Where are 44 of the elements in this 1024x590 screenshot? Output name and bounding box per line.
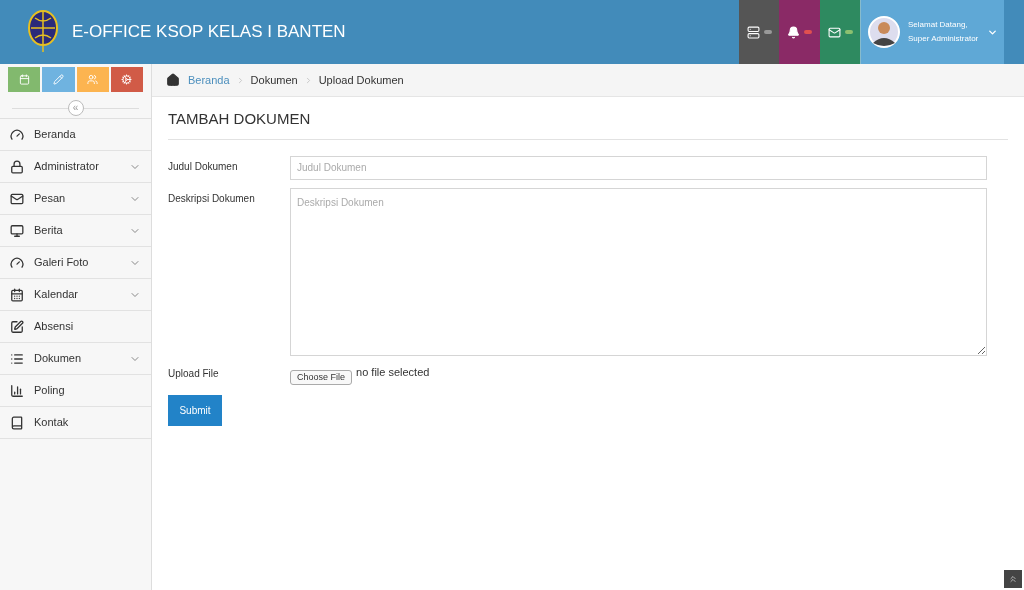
book-icon	[10, 415, 24, 430]
server-menu[interactable]	[739, 0, 779, 64]
envelope-icon	[827, 25, 841, 39]
settings-shortcut-button[interactable]	[110, 67, 143, 92]
users-shortcut-button[interactable]	[76, 67, 109, 92]
choose-file-button[interactable]: Choose File	[290, 369, 353, 385]
pencil-icon	[52, 74, 64, 85]
calendar-shortcut-button[interactable]	[8, 67, 41, 92]
count-badge	[804, 30, 812, 34]
submit-button[interactable]: Submit	[168, 394, 222, 426]
bell-icon	[787, 25, 800, 39]
scroll-top-button[interactable]	[1004, 570, 1022, 588]
envelope-icon	[10, 191, 24, 206]
signal-bars-icon	[10, 383, 24, 398]
home-icon	[166, 73, 180, 87]
calendar-icon	[18, 74, 30, 85]
settings-icon	[121, 74, 133, 85]
page-title: TAMBAH DOKUMEN	[168, 97, 1008, 140]
field-label: Deskripsi Dokumen	[168, 191, 256, 206]
calendar-icon	[10, 287, 24, 302]
input-field[interactable]: Judul Dokumen	[290, 155, 987, 180]
lock-icon	[10, 159, 24, 174]
server-icon	[746, 25, 760, 39]
monitor-icon	[10, 223, 24, 238]
avatar	[868, 16, 900, 48]
field-label: Upload File	[168, 366, 220, 381]
file-status-text: no file selected	[356, 364, 430, 380]
users-icon	[87, 74, 99, 85]
double-chevron-up-icon	[1008, 574, 1018, 584]
notification-menu[interactable]	[779, 0, 820, 64]
breadcrumb-item: Upload Dokumen	[318, 72, 404, 88]
count-badge	[763, 30, 772, 34]
count-badge	[844, 30, 853, 34]
field-label: Judul Dokumen	[168, 159, 239, 174]
user-name: Super Administrator	[908, 33, 979, 45]
pencil-shortcut-button[interactable]	[42, 67, 75, 92]
gauge-icon	[10, 255, 24, 270]
edit-icon	[10, 319, 24, 334]
greeting-text: Selamat Datang,	[908, 19, 969, 31]
breadcrumb-item: Dokumen	[250, 72, 298, 88]
app-title: E-OFFICE KSOP KELAS I BANTEN	[72, 21, 346, 44]
gauge-icon	[10, 127, 24, 142]
text-area[interactable]: Deskripsi Dokumen	[290, 187, 987, 356]
list-icon	[10, 351, 24, 366]
